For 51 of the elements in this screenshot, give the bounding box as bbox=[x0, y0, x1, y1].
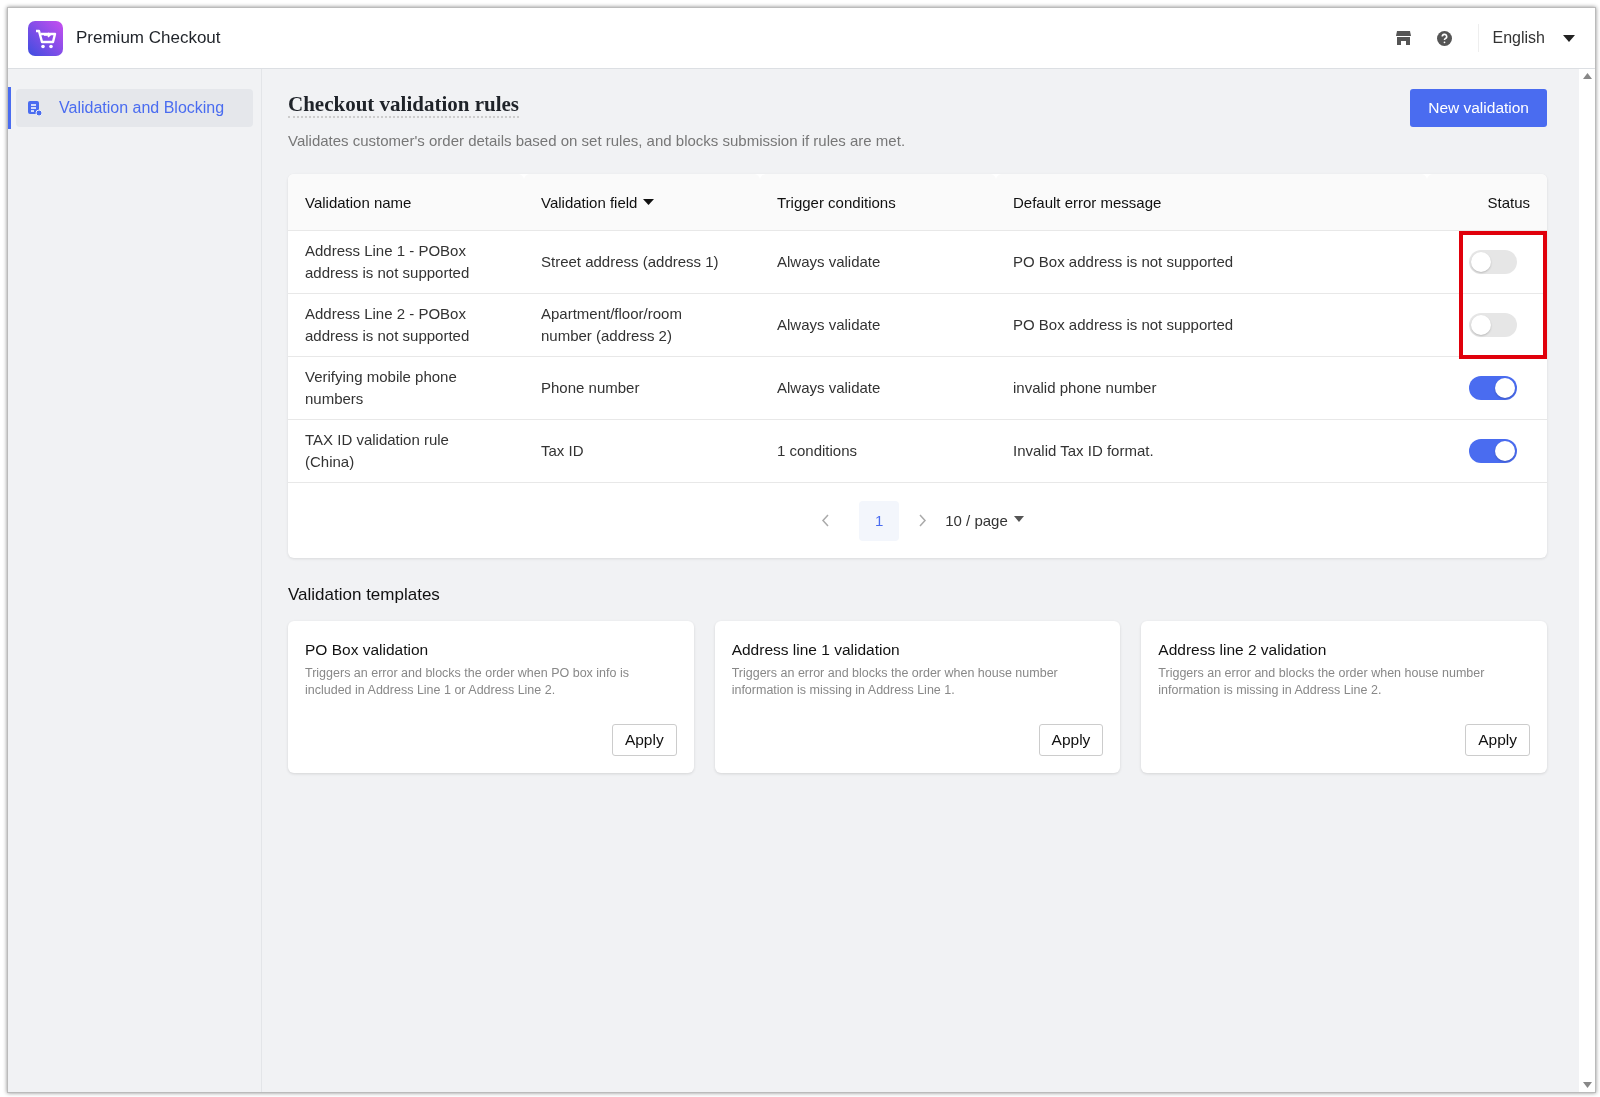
template-description: Triggers an error and blocks the order when house number information is missing in Address Line 2. bbox=[1158, 665, 1486, 699]
caret-down-icon[interactable] bbox=[1013, 515, 1024, 522]
document-icon bbox=[28, 100, 42, 116]
template-title: PO Box validation bbox=[305, 641, 430, 659]
caret-down-icon[interactable] bbox=[643, 199, 655, 205]
table-cell: Always validate bbox=[777, 253, 881, 270]
column-header: Default error message bbox=[1013, 193, 1162, 211]
table-cell: Address Line 2 - POBox address is not supported bbox=[305, 305, 470, 344]
template-title: Address line 2 validation bbox=[1158, 641, 1328, 659]
status-toggle[interactable] bbox=[1469, 439, 1517, 463]
status-toggle[interactable] bbox=[1469, 376, 1517, 400]
scroll-down-arrow-icon[interactable] bbox=[1582, 1082, 1592, 1088]
table-cell: Verifying mobile phone numbers bbox=[305, 368, 457, 407]
apply-button[interactable]: Apply bbox=[1038, 724, 1104, 756]
column-header: Trigger conditions bbox=[777, 193, 896, 211]
help-icon[interactable] bbox=[1436, 30, 1452, 46]
column-header: Status bbox=[1487, 193, 1530, 211]
storefront-icon[interactable] bbox=[1395, 31, 1411, 45]
scroll-up-arrow-icon[interactable] bbox=[1582, 73, 1592, 79]
status-toggle[interactable] bbox=[1469, 250, 1517, 274]
template-title: Address line 1 validation bbox=[731, 641, 901, 659]
table-cell: Street address (address 1) bbox=[541, 253, 719, 270]
page-number[interactable]: 1 bbox=[859, 500, 900, 541]
table-cell: PO Box address is not supported bbox=[1013, 316, 1234, 333]
table-cell: Phone number bbox=[541, 379, 640, 396]
column-header: Validation name bbox=[305, 193, 412, 211]
status-toggle[interactable] bbox=[1469, 313, 1517, 337]
table-cell: Address Line 1 - POBox address is not supported bbox=[305, 242, 470, 281]
table-cell: TAX ID validation rule (China) bbox=[305, 431, 449, 470]
template-description: Triggers an error and blocks the order when house number information is missing in Address Line 1. bbox=[731, 665, 1059, 699]
page-description: Validates customer's order details based on set rules, and blocks submission if rules are met. bbox=[288, 132, 906, 149]
table-cell: invalid phone number bbox=[1013, 379, 1157, 396]
table-cell: Tax ID bbox=[541, 442, 584, 459]
table-cell: Always validate bbox=[777, 316, 881, 333]
template-description: Triggers an error and blocks the order when PO box info is included in Address Line 1 or Address Line 2. bbox=[305, 665, 630, 699]
section-title: Validation templates bbox=[288, 585, 441, 605]
page-size-selector[interactable]: 10 / page bbox=[945, 512, 1024, 529]
apply-button[interactable]: Apply bbox=[611, 724, 677, 756]
language-selector[interactable]: English bbox=[1492, 29, 1545, 47]
page-title: Checkout validation rules bbox=[288, 92, 520, 118]
column-header[interactable]: Validation field bbox=[541, 193, 655, 211]
cart-logo-icon bbox=[28, 20, 63, 56]
app-name: Premium Checkout bbox=[76, 28, 221, 48]
table-cell: Invalid Tax ID format. bbox=[1013, 442, 1154, 459]
apply-button[interactable]: Apply bbox=[1465, 724, 1530, 756]
table-cell: Always validate bbox=[777, 379, 881, 396]
new-validation-button[interactable]: New validation bbox=[1410, 89, 1547, 127]
table-cell: 1 conditions bbox=[777, 442, 858, 459]
table-cell: Apartment/floor/room number (address 2) bbox=[541, 305, 682, 344]
caret-down-icon[interactable] bbox=[1563, 34, 1575, 42]
table-cell: PO Box address is not supported bbox=[1013, 253, 1234, 270]
